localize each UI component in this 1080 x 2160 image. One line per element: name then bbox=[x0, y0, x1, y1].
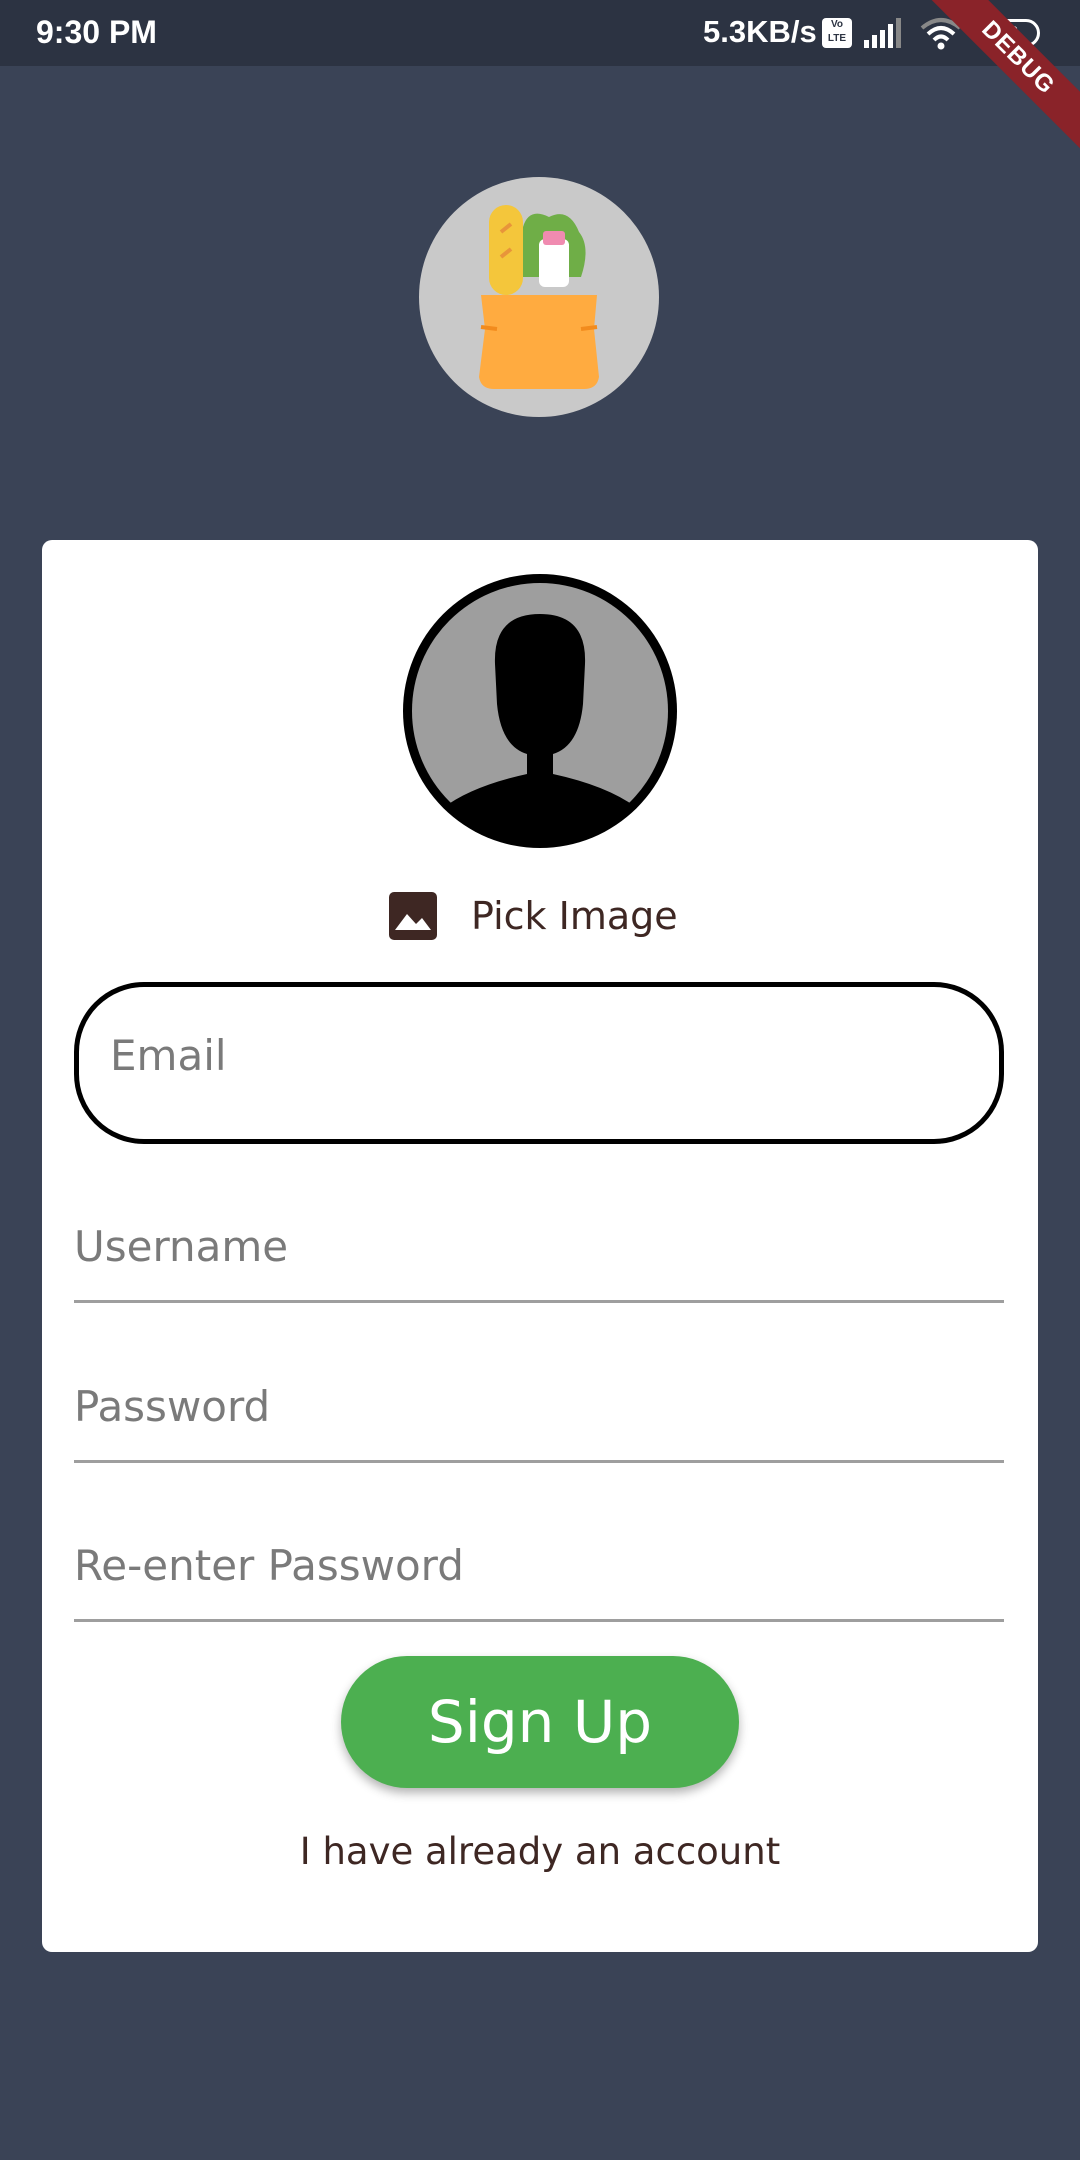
username-placeholder: Username bbox=[74, 1222, 289, 1271]
volte-icon: Vo LTE bbox=[822, 18, 852, 48]
signup-button[interactable]: Sign Up bbox=[341, 1656, 739, 1788]
pick-image-label: Pick Image bbox=[471, 894, 678, 938]
reenter-password-field[interactable]: Re-enter Password bbox=[74, 1519, 1004, 1622]
status-bar: 9:30 PM 5.3KB/s VoLTE 88 DEBUG bbox=[0, 0, 1080, 157]
profile-avatar[interactable] bbox=[403, 574, 677, 848]
reenter-password-placeholder: Re-enter Password bbox=[74, 1541, 464, 1590]
pick-image-button[interactable]: Pick Image bbox=[387, 886, 678, 946]
login-link[interactable]: I have already an account bbox=[42, 1830, 1038, 1873]
username-field[interactable]: Username bbox=[74, 1200, 1004, 1303]
status-time: 9:30 PM bbox=[36, 14, 157, 50]
image-icon bbox=[389, 892, 437, 940]
network-speed: 5.3KB/s bbox=[703, 14, 817, 49]
signup-card: Pick Image Email Username Password Re-en… bbox=[42, 540, 1038, 1952]
person-avatar-icon bbox=[412, 583, 668, 842]
password-field[interactable]: Password bbox=[74, 1360, 1004, 1463]
password-placeholder: Password bbox=[74, 1382, 271, 1431]
email-placeholder: Email bbox=[110, 1031, 227, 1080]
email-field[interactable]: Email bbox=[74, 982, 1004, 1144]
signal-icon bbox=[864, 18, 901, 48]
app-logo bbox=[419, 177, 659, 417]
grocery-bag-icon bbox=[479, 205, 599, 389]
